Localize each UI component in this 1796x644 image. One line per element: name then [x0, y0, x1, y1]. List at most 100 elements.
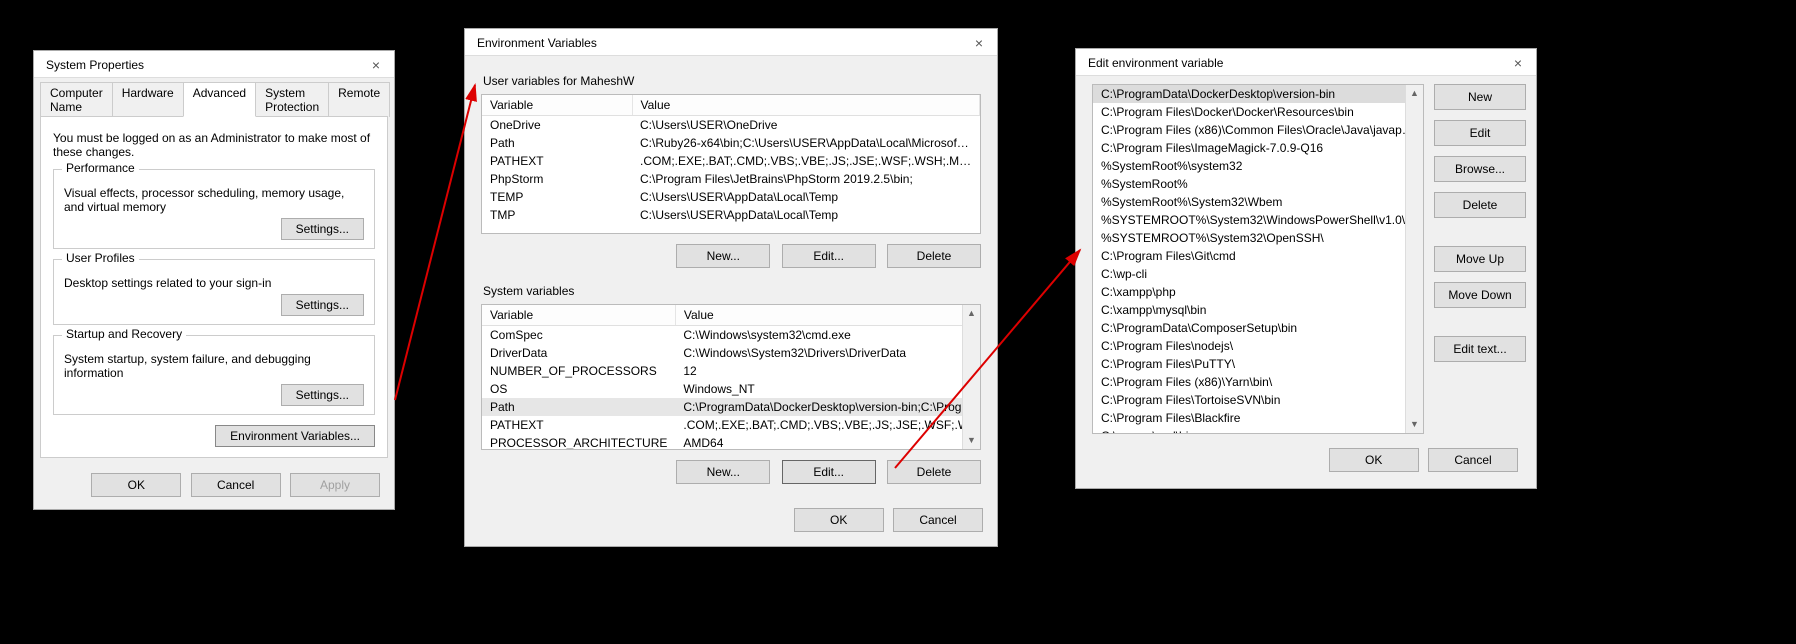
list-item[interactable]: C:\Program Files\Git\cmd — [1093, 247, 1423, 265]
list-item[interactable]: %SystemRoot%\system32 — [1093, 157, 1423, 175]
list-item[interactable]: C:\xampp\mysql\bin — [1093, 301, 1423, 319]
tab-system-protection[interactable]: System Protection — [255, 82, 329, 117]
cell-variable: PATHEXT — [482, 416, 675, 434]
list-item[interactable]: C:\Program Files\Blackfire — [1093, 409, 1423, 427]
list-item[interactable]: C:\Program Files (x86)\Yarn\bin\ — [1093, 373, 1423, 391]
performance-settings-button[interactable]: Settings... — [281, 218, 364, 240]
close-icon[interactable]: × — [969, 35, 989, 51]
cancel-button[interactable]: Cancel — [893, 508, 983, 532]
system-edit-button[interactable]: Edit... — [782, 460, 876, 484]
list-item[interactable]: C:\ProgramData\DockerDesktop\version-bin — [1093, 85, 1423, 103]
titlebar: Edit environment variable × — [1076, 49, 1536, 76]
table-row[interactable]: OneDriveC:\Users\USER\OneDrive — [482, 116, 980, 135]
table-row[interactable]: DriverDataC:\Windows\System32\Drivers\Dr… — [482, 344, 981, 362]
startup-recovery-text: System startup, system failure, and debu… — [64, 352, 364, 380]
table-row[interactable]: NUMBER_OF_PROCESSORS12 — [482, 362, 981, 380]
dialog-button-row: OK Cancel Apply — [34, 465, 394, 509]
column-value[interactable]: Value — [675, 305, 981, 326]
apply-button[interactable]: Apply — [290, 473, 380, 497]
scroll-down-icon[interactable]: ▼ — [963, 432, 980, 449]
scroll-down-icon[interactable]: ▼ — [1406, 416, 1423, 433]
ok-button[interactable]: OK — [91, 473, 181, 497]
list-item[interactable]: C:\xampp\php — [1093, 283, 1423, 301]
table-row[interactable]: PATHEXT.COM;.EXE;.BAT;.CMD;.VBS;.VBE;.JS… — [482, 152, 980, 170]
edit-button[interactable]: Edit — [1434, 120, 1526, 146]
user-profiles-legend: User Profiles — [62, 251, 139, 265]
list-item[interactable]: C:\Program Files (x86)\Common Files\Orac… — [1093, 121, 1423, 139]
list-item[interactable]: C:\Program Files\PuTTY\ — [1093, 355, 1423, 373]
table-row[interactable]: TMPC:\Users\USER\AppData\Local\Temp — [482, 206, 980, 224]
scroll-up-icon[interactable]: ▲ — [963, 305, 980, 322]
list-item[interactable]: %SystemRoot% — [1093, 175, 1423, 193]
user-variables-table[interactable]: Variable Value OneDriveC:\Users\USER\One… — [481, 94, 981, 234]
environment-variables-dialog: Environment Variables × User variables f… — [464, 28, 998, 547]
move-up-button[interactable]: Move Up — [1434, 246, 1526, 272]
user-profiles-text: Desktop settings related to your sign-in — [64, 276, 364, 290]
tab-hardware[interactable]: Hardware — [112, 82, 184, 117]
column-variable[interactable]: Variable — [482, 95, 632, 116]
cell-value: .COM;.EXE;.BAT;.CMD;.VBS;.VBE;.JS;.JSE;.… — [675, 416, 981, 434]
cell-variable: TMP — [482, 206, 632, 224]
system-variables-table[interactable]: Variable Value ComSpecC:\Windows\system3… — [481, 304, 981, 450]
cancel-button[interactable]: Cancel — [1428, 448, 1518, 472]
dialog-title: Edit environment variable — [1088, 56, 1223, 70]
edit-text-button[interactable]: Edit text... — [1434, 336, 1526, 362]
table-row[interactable]: PhpStormC:\Program Files\JetBrains\PhpSt… — [482, 170, 980, 188]
tab-remote[interactable]: Remote — [328, 82, 390, 117]
table-row[interactable]: PathC:\ProgramData\DockerDesktop\version… — [482, 398, 981, 416]
user-new-button[interactable]: New... — [676, 244, 770, 268]
close-icon[interactable]: × — [1508, 55, 1528, 71]
cell-value: C:\Users\USER\AppData\Local\Temp — [632, 206, 980, 224]
table-row[interactable]: OSWindows_NT — [482, 380, 981, 398]
list-item[interactable]: %SYSTEMROOT%\System32\OpenSSH\ — [1093, 229, 1423, 247]
delete-button[interactable]: Delete — [1434, 192, 1526, 218]
user-profiles-settings-button[interactable]: Settings... — [281, 294, 364, 316]
list-item[interactable]: C:\wp-cli — [1093, 265, 1423, 283]
list-item[interactable]: C:\Program Files\nodejs\ — [1093, 337, 1423, 355]
user-delete-button[interactable]: Delete — [887, 244, 981, 268]
table-row[interactable]: ComSpecC:\Windows\system32\cmd.exe — [482, 326, 981, 345]
new-button[interactable]: New — [1434, 84, 1526, 110]
environment-variables-button[interactable]: Environment Variables... — [215, 425, 375, 447]
list-item[interactable]: %SystemRoot%\System32\Wbem — [1093, 193, 1423, 211]
move-down-button[interactable]: Move Down — [1434, 282, 1526, 308]
list-item[interactable]: %SYSTEMROOT%\System32\WindowsPowerShell\… — [1093, 211, 1423, 229]
startup-recovery-settings-button[interactable]: Settings... — [281, 384, 364, 406]
ok-button[interactable]: OK — [794, 508, 884, 532]
list-item[interactable]: C:\Program Files\Docker\Docker\Resources… — [1093, 103, 1423, 121]
browse-button[interactable]: Browse... — [1434, 156, 1526, 182]
table-row[interactable]: PROCESSOR_ARCHITECTUREAMD64 — [482, 434, 981, 450]
column-variable[interactable]: Variable — [482, 305, 675, 326]
user-edit-button[interactable]: Edit... — [782, 244, 876, 268]
close-icon[interactable]: × — [366, 57, 386, 73]
advanced-tab-panel: You must be logged on as an Administrato… — [40, 116, 388, 458]
list-item[interactable]: C:\Program Files\TortoiseSVN\bin — [1093, 391, 1423, 409]
edit-environment-variable-dialog: Edit environment variable × C:\ProgramDa… — [1075, 48, 1537, 489]
system-new-button[interactable]: New... — [676, 460, 770, 484]
system-delete-button[interactable]: Delete — [887, 460, 981, 484]
cell-value: .COM;.EXE;.BAT;.CMD;.VBS;.VBE;.JS;.JSE;.… — [632, 152, 980, 170]
cell-variable: PROCESSOR_ARCHITECTURE — [482, 434, 675, 450]
path-list[interactable]: C:\ProgramData\DockerDesktop\version-bin… — [1092, 84, 1424, 434]
cell-variable: PATHEXT — [482, 152, 632, 170]
list-item[interactable]: C:\Program Files\ImageMagick-7.0.9-Q16 — [1093, 139, 1423, 157]
performance-group: Performance Visual effects, processor sc… — [53, 169, 375, 249]
performance-text: Visual effects, processor scheduling, me… — [64, 186, 364, 214]
dialog-title: System Properties — [46, 58, 144, 72]
cancel-button[interactable]: Cancel — [191, 473, 281, 497]
column-value[interactable]: Value — [632, 95, 980, 116]
scroll-up-icon[interactable]: ▲ — [1406, 85, 1423, 102]
scrollbar[interactable]: ▲ ▼ — [962, 305, 980, 449]
dialog-title: Environment Variables — [477, 36, 597, 50]
table-row[interactable]: PATHEXT.COM;.EXE;.BAT;.CMD;.VBS;.VBE;.JS… — [482, 416, 981, 434]
cell-variable: OS — [482, 380, 675, 398]
list-item[interactable]: C:\ProgramData\ComposerSetup\bin — [1093, 319, 1423, 337]
titlebar: System Properties × — [34, 51, 394, 78]
tab-advanced[interactable]: Advanced — [183, 82, 256, 117]
ok-button[interactable]: OK — [1329, 448, 1419, 472]
tab-computer-name[interactable]: Computer Name — [40, 82, 113, 117]
scrollbar[interactable]: ▲ ▼ — [1405, 85, 1423, 433]
list-item[interactable]: C:\xampp\perl\bin — [1093, 427, 1423, 434]
table-row[interactable]: PathC:\Ruby26-x64\bin;C:\Users\USER\AppD… — [482, 134, 980, 152]
table-row[interactable]: TEMPC:\Users\USER\AppData\Local\Temp — [482, 188, 980, 206]
